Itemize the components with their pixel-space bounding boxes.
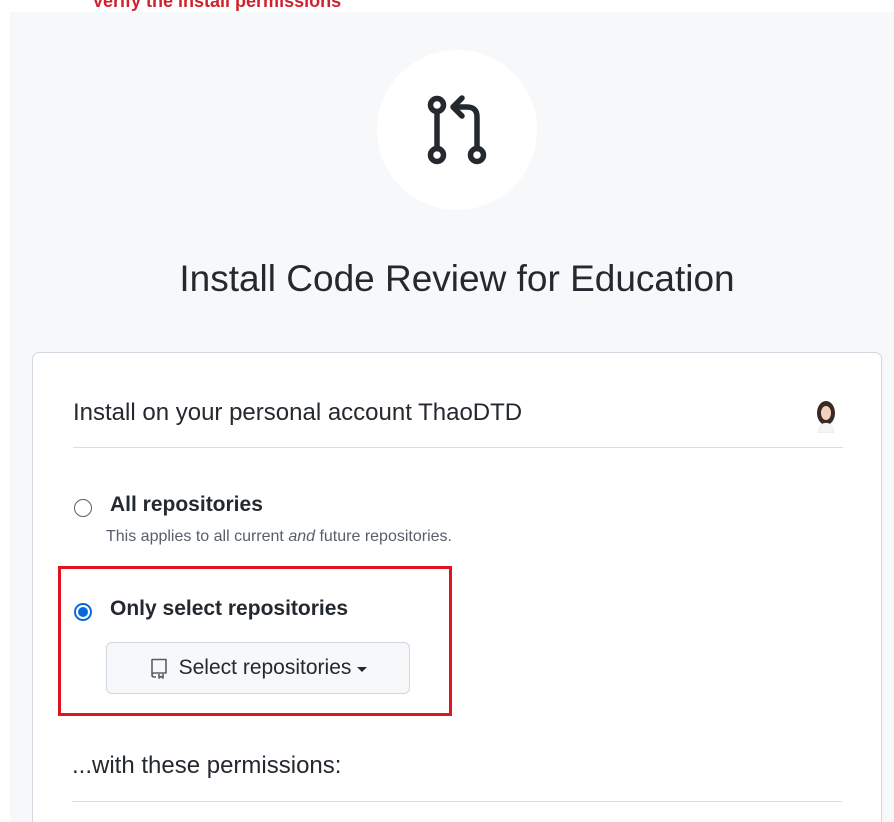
all-repositories-label[interactable]: All repositories xyxy=(110,493,263,517)
caret-down-icon xyxy=(357,667,368,672)
select-repositories-button[interactable]: Select repositories xyxy=(106,642,410,694)
repo-icon xyxy=(150,658,167,679)
divider xyxy=(72,801,842,802)
page-title: Install Code Review for Education xyxy=(179,258,735,299)
account-row: Install on your personal account ThaoDTD xyxy=(73,389,843,448)
all-repositories-radio[interactable] xyxy=(74,499,92,517)
app-logo xyxy=(377,50,537,210)
user-avatar[interactable] xyxy=(815,399,837,433)
top-banner-text: Verify the install permissions xyxy=(92,0,342,11)
permissions-heading: ...with these permissions: xyxy=(72,752,342,779)
only-select-repositories-radio[interactable] xyxy=(74,603,92,621)
git-pull-request-icon xyxy=(427,95,487,165)
all-repositories-description: This applies to all current and future r… xyxy=(106,528,452,546)
desc-before: This applies to all current xyxy=(106,528,289,545)
desc-after: future repositories. xyxy=(315,528,452,545)
select-repositories-label: Select repositories xyxy=(178,656,352,679)
account-label: Install on your personal account ThaoDTD xyxy=(73,399,523,426)
top-banner: Verify the install permissions xyxy=(0,0,894,12)
only-select-repositories-label[interactable]: Only select repositories xyxy=(110,597,348,621)
desc-emphasis: and xyxy=(288,528,316,545)
